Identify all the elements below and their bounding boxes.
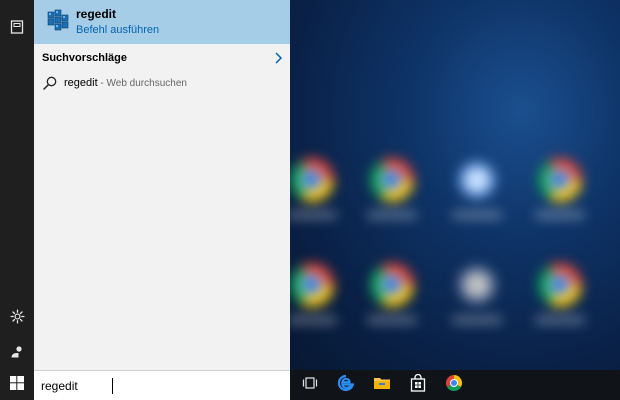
suggestion-hint: - Web durchsuchen (97, 78, 187, 89)
desktop-chrome-icon (290, 158, 334, 202)
task-view-icon (302, 376, 318, 395)
suggestion-item[interactable]: regedit - Web durchsuchen (34, 70, 290, 96)
store-button[interactable] (400, 370, 436, 400)
desktop-icon-label (290, 317, 337, 323)
notebook-icon[interactable] (0, 10, 34, 44)
start-button[interactable] (0, 370, 34, 400)
desktop-icon-label (452, 212, 502, 218)
desktop-chrome-icon (290, 263, 334, 307)
best-match-subtitle: Befehl ausführen (76, 24, 160, 36)
search-box[interactable] (34, 370, 290, 400)
desktop-icon-label (290, 212, 337, 218)
file-explorer-icon (373, 375, 391, 396)
chevron-right-icon[interactable] (270, 50, 286, 66)
task-view-button[interactable] (292, 370, 328, 400)
desktop-icon-label (452, 317, 502, 323)
store-icon (410, 373, 426, 397)
desktop-chrome-icon (538, 158, 582, 202)
chrome-icon (445, 374, 463, 397)
desktop-icons-blurred (290, 0, 620, 370)
search-icon (42, 75, 58, 91)
gear-icon[interactable] (0, 299, 34, 333)
desktop-computer-icon (455, 158, 499, 202)
desktop-chrome-icon (370, 158, 414, 202)
search-results-panel: regedit Befehl ausführen Suchvorschläge … (34, 0, 290, 370)
search-input[interactable] (41, 375, 281, 397)
desktop-icon-label (535, 317, 585, 323)
suggestion-query: regedit (64, 77, 98, 89)
file-explorer-button[interactable] (364, 370, 400, 400)
registry-editor-icon (44, 7, 72, 35)
edge-button[interactable] (328, 370, 364, 400)
desktop-chrome-icon (538, 263, 582, 307)
desktop-network-icon (455, 263, 499, 307)
desktop-icon-label (367, 212, 417, 218)
desktop-background (290, 0, 620, 370)
best-match-title: regedit (76, 7, 117, 21)
feedback-icon[interactable] (0, 335, 34, 369)
suggestions-header: Suchvorschläge (42, 52, 127, 64)
windows-logo-icon (10, 375, 24, 395)
desktop-chrome-icon (370, 263, 414, 307)
best-match-item[interactable]: regedit Befehl ausführen (34, 0, 290, 44)
desktop-icon-label (367, 317, 417, 323)
chrome-button[interactable] (436, 370, 472, 400)
suggestion-text: regedit - Web durchsuchen (64, 77, 187, 89)
edge-icon (337, 374, 355, 397)
text-caret (112, 378, 113, 394)
desktop-icon-label (535, 212, 585, 218)
start-left-rail (0, 0, 34, 370)
taskbar (290, 370, 620, 400)
